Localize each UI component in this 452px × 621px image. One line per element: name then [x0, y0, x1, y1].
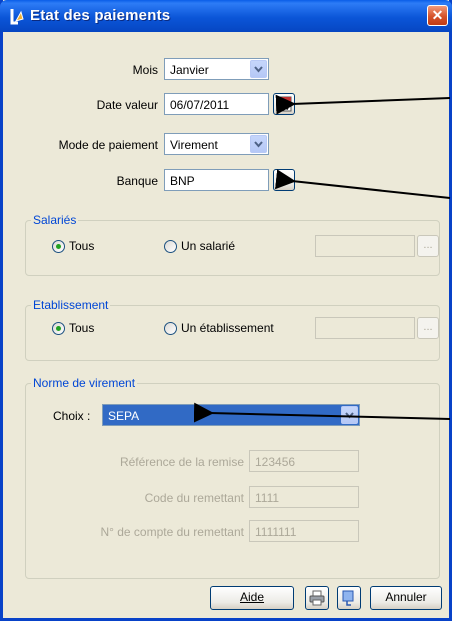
- salaries-un-label[interactable]: Un salarié: [181, 239, 235, 253]
- app-icon: [10, 9, 24, 25]
- arrow-to-banque-browse: [275, 169, 451, 199]
- etablissement-un-label[interactable]: Un établissement: [181, 321, 274, 335]
- choix-label: Choix :: [53, 409, 91, 423]
- etablissement-un-radio[interactable]: [164, 322, 177, 335]
- salaries-group-title: Salariés: [31, 213, 79, 227]
- mode-paiement-label: Mode de paiement: [58, 138, 158, 152]
- reference-field: 123456: [249, 450, 359, 472]
- salaries-tous-radio[interactable]: [52, 240, 65, 253]
- etablissement-group-title: Etablissement: [31, 298, 111, 312]
- arrow-to-calendar: [275, 94, 451, 115]
- printer-icon: [309, 590, 325, 606]
- mois-value: Janvier: [170, 63, 209, 77]
- banque-value: BNP: [170, 174, 195, 188]
- preview-button[interactable]: [337, 586, 361, 610]
- aide-button[interactable]: Aide: [210, 586, 294, 610]
- preview-icon: [342, 590, 354, 606]
- aide-button-label: Aide: [239, 590, 265, 604]
- chevron-down-icon[interactable]: [250, 60, 267, 78]
- mode-paiement-select[interactable]: Virement: [164, 133, 269, 155]
- compte-remettant-value: 1111111: [255, 525, 297, 539]
- date-valeur-label: Date valeur: [96, 98, 158, 112]
- annuler-button[interactable]: Annuler: [370, 586, 442, 610]
- date-valeur-value: 06/07/2011: [170, 98, 230, 112]
- norme-virement-group-title: Norme de virement: [31, 376, 138, 390]
- code-remettant-value: 1111: [255, 491, 280, 505]
- choix-value: SEPA: [108, 409, 140, 423]
- reference-label: Référence de la remise: [119, 455, 244, 469]
- salaries-un-radio[interactable]: [164, 240, 177, 253]
- mode-paiement-value: Virement: [170, 138, 218, 152]
- close-button[interactable]: ✕: [427, 5, 448, 26]
- compte-remettant-label: N° de compte du remettant: [100, 525, 244, 539]
- chevron-down-icon[interactable]: [250, 135, 267, 153]
- code-remettant-field: 1111: [249, 486, 359, 508]
- etablissement-tous-label[interactable]: Tous: [69, 321, 94, 335]
- mois-select[interactable]: Janvier: [164, 58, 269, 80]
- etablissement-tous-radio[interactable]: [52, 322, 65, 335]
- mois-label: Mois: [132, 63, 158, 77]
- window-title: Etat des paiements: [30, 7, 171, 24]
- title-bar[interactable]: Etat des paiements ✕: [0, 0, 452, 32]
- print-button[interactable]: [305, 586, 329, 610]
- salaries-tous-label[interactable]: Tous: [69, 239, 94, 253]
- annotation-arrows: [193, 94, 451, 423]
- compte-remettant-field: 1111111: [249, 520, 359, 542]
- date-valeur-field[interactable]: 06/07/2011: [164, 93, 269, 115]
- reference-value: 123456: [255, 455, 296, 469]
- code-remettant-label: Code du remettant: [144, 491, 244, 505]
- banque-field[interactable]: BNP: [164, 169, 269, 191]
- banque-label: Banque: [116, 174, 158, 188]
